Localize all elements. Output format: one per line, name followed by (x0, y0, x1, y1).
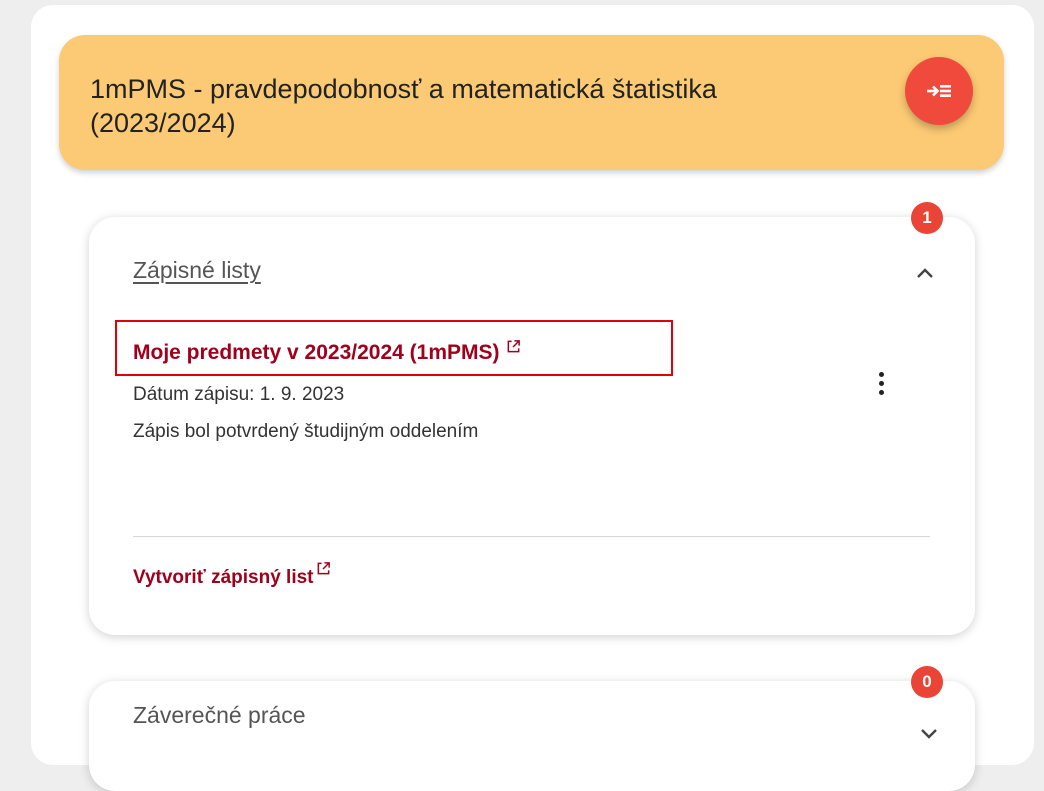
enrollment-sheets-title[interactable]: Zápisné listy (133, 257, 261, 284)
chevron-down-icon[interactable] (917, 721, 941, 745)
theses-card: 0 Záverečné práce (89, 666, 975, 791)
theses-count-badge: 0 (911, 666, 943, 698)
enrollment-sheet-link-text: Moje predmety v 2023/2024 (1mPMS) (133, 341, 500, 364)
collapse-panel-icon (927, 85, 951, 97)
enrollment-count-badge: 1 (911, 202, 943, 234)
kebab-menu-icon[interactable] (871, 367, 891, 399)
create-enrollment-sheet-text: Vytvoriť zápisný list (133, 567, 314, 588)
collapse-panel-button[interactable] (905, 57, 973, 125)
subject-header: 1mPMS - pravdepodobnosť a matematická št… (59, 35, 1004, 170)
enrollment-status: Zápis bol potvrdený študijným oddelením (133, 421, 479, 442)
external-link-icon (317, 562, 330, 575)
subject-title: 1mPMS - pravdepodobnosť a matematická št… (90, 74, 717, 138)
enrollment-sheet-link[interactable]: Moje predmety v 2023/2024 (1mPMS) (133, 340, 521, 365)
create-enrollment-sheet-link[interactable]: Vytvoriť zápisný list (133, 562, 331, 589)
chevron-up-icon[interactable] (913, 262, 937, 286)
card-divider (133, 536, 930, 537)
enrollment-sheets-card: 1 Zápisné listy Moje predmety v 2023/202… (89, 202, 975, 635)
external-link-icon (507, 340, 520, 353)
enrollment-date: Dátum zápisu: 1. 9. 2023 (133, 384, 345, 405)
theses-title[interactable]: Záverečné práce (133, 702, 306, 729)
